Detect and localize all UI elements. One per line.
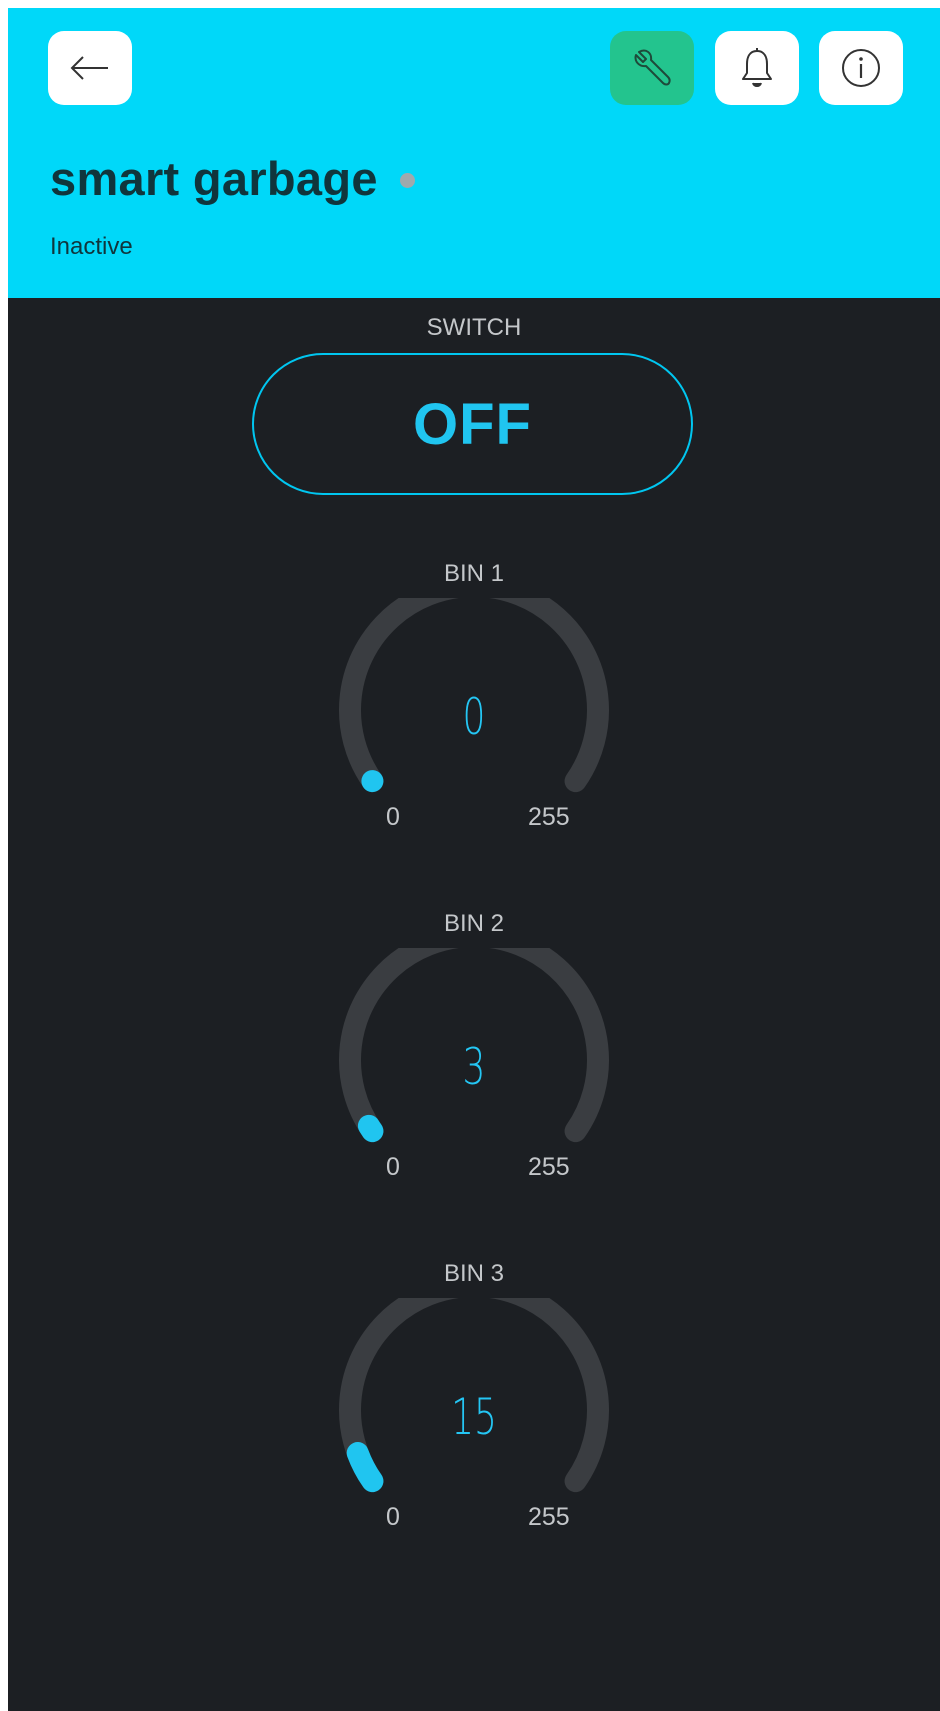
bell-icon [742,48,772,87]
gauge-max: 255 [528,803,570,831]
switch-state: OFF [413,391,532,457]
gauge-value: 0 [462,688,486,746]
arrow-left-icon [70,56,108,80]
gauge-max: 255 [528,1503,570,1531]
device-info-button[interactable] [819,31,903,105]
gauge-min: 0 [386,1503,400,1531]
gauge-value: 15 [451,1388,497,1446]
gauge-bin-1: 0 0 255 [338,598,610,831]
gauge-min: 0 [386,1153,400,1181]
notifications-button[interactable] [715,31,799,105]
status-dot [399,172,415,188]
back-button[interactable] [48,31,132,105]
gauge-bin-2: 3 0 255 [338,948,610,1181]
device-status: Inactive [50,233,133,260]
gauge-fill [357,1114,384,1143]
wrench-icon [634,49,671,86]
settings-wrench-button[interactable] [610,31,694,105]
device-title: smart garbage [50,151,378,205]
gauge-label-bin-1: BIN 1 [443,560,505,587]
switch-label: SWITCH [426,314,522,341]
gauge-max: 255 [528,1153,570,1181]
gauge-label-bin-2: BIN 2 [443,910,505,937]
device-header: smart garbage Inactive [8,8,940,298]
gauge-min: 0 [386,803,400,831]
switch-toggle[interactable]: OFF [252,353,693,495]
title-row: smart garbage [50,148,415,208]
info-icon [842,49,880,87]
gauge-value: 3 [462,1038,486,1096]
gauge-fill [346,1442,384,1493]
gauge-label-bin-3: BIN 3 [443,1260,505,1287]
gauge-bin-3: 15 0 255 [338,1298,610,1531]
app-screen: smart garbage Inactive SWITCH OFF BIN 1 … [8,8,940,1711]
